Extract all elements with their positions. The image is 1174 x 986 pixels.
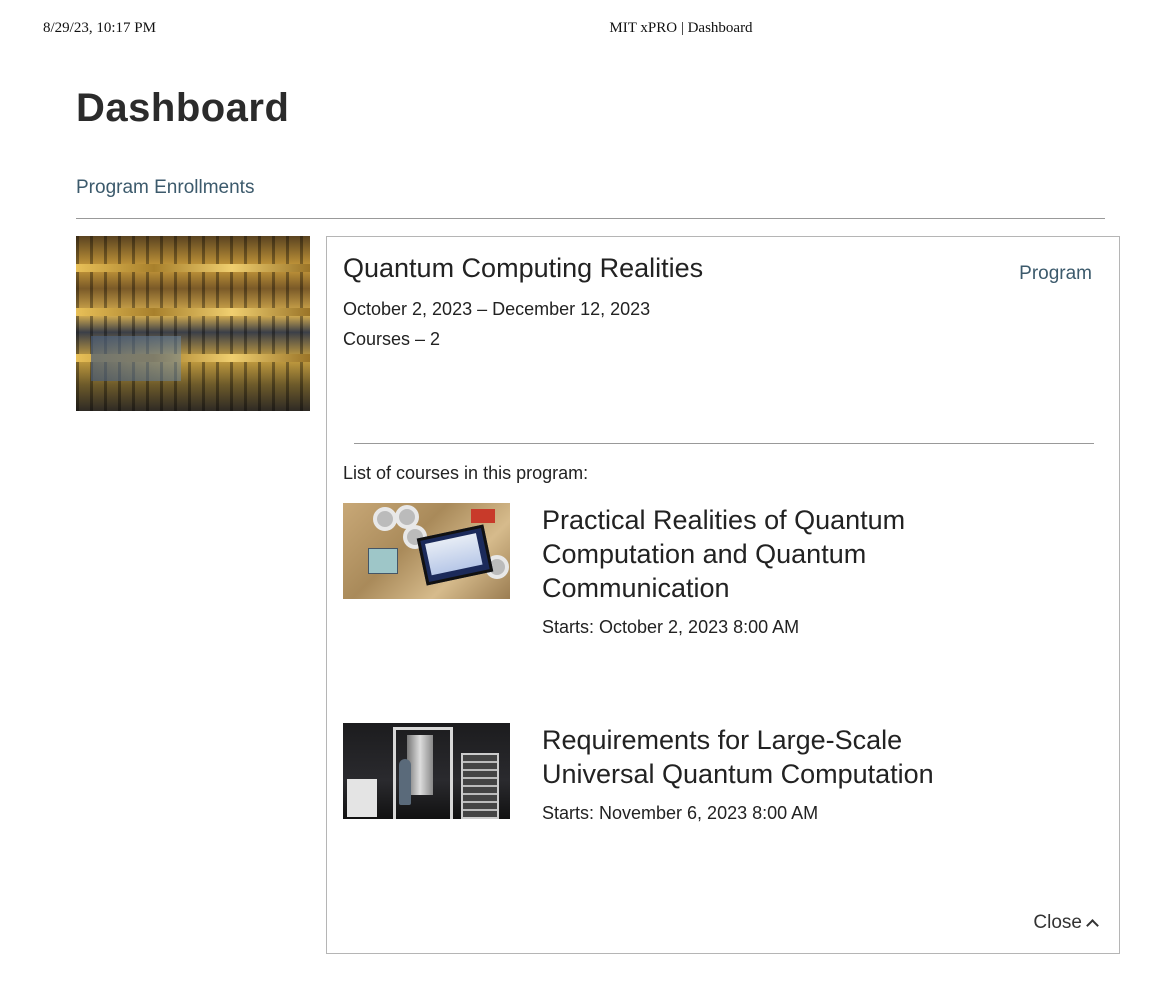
chevron-up-icon <box>1086 919 1099 932</box>
close-button[interactable]: Close <box>1033 912 1099 934</box>
course-image <box>343 723 510 819</box>
course-start-date: Starts: November 6, 2023 8:00 AM <box>542 803 819 823</box>
course-start-date: Starts: October 2, 2023 8:00 AM <box>542 617 800 637</box>
program-title: Quantum Computing Realities <box>343 253 704 283</box>
program-image <box>76 236 310 411</box>
program-dates: October 2, 2023 – December 12, 2023 <box>343 299 651 319</box>
course-title[interactable]: Requirements for Large-Scale Universal Q… <box>542 723 982 791</box>
close-label: Close <box>1033 912 1082 933</box>
course-item: Requirements for Large-Scale Universal Q… <box>343 723 1103 833</box>
print-header: 8/29/23, 10:17 PM MIT xPRO | Dashboard <box>0 20 1174 40</box>
courses-list-heading: List of courses in this program: <box>343 463 589 483</box>
program-type-label: Program <box>1019 263 1092 284</box>
page-title: Dashboard <box>76 86 290 130</box>
card-divider <box>354 443 1094 444</box>
course-image <box>343 503 510 599</box>
program-enrollments-link[interactable]: Program Enrollments <box>76 177 254 199</box>
course-title[interactable]: Practical Realities of Quantum Computati… <box>542 503 982 605</box>
section-divider <box>76 218 1105 219</box>
program-courses-count: Courses – 2 <box>343 329 441 349</box>
course-item: Practical Realities of Quantum Computati… <box>343 503 1103 653</box>
print-page-title: MIT xPRO | Dashboard <box>609 20 753 36</box>
program-card: Quantum Computing Realities Program Octo… <box>326 236 1120 954</box>
